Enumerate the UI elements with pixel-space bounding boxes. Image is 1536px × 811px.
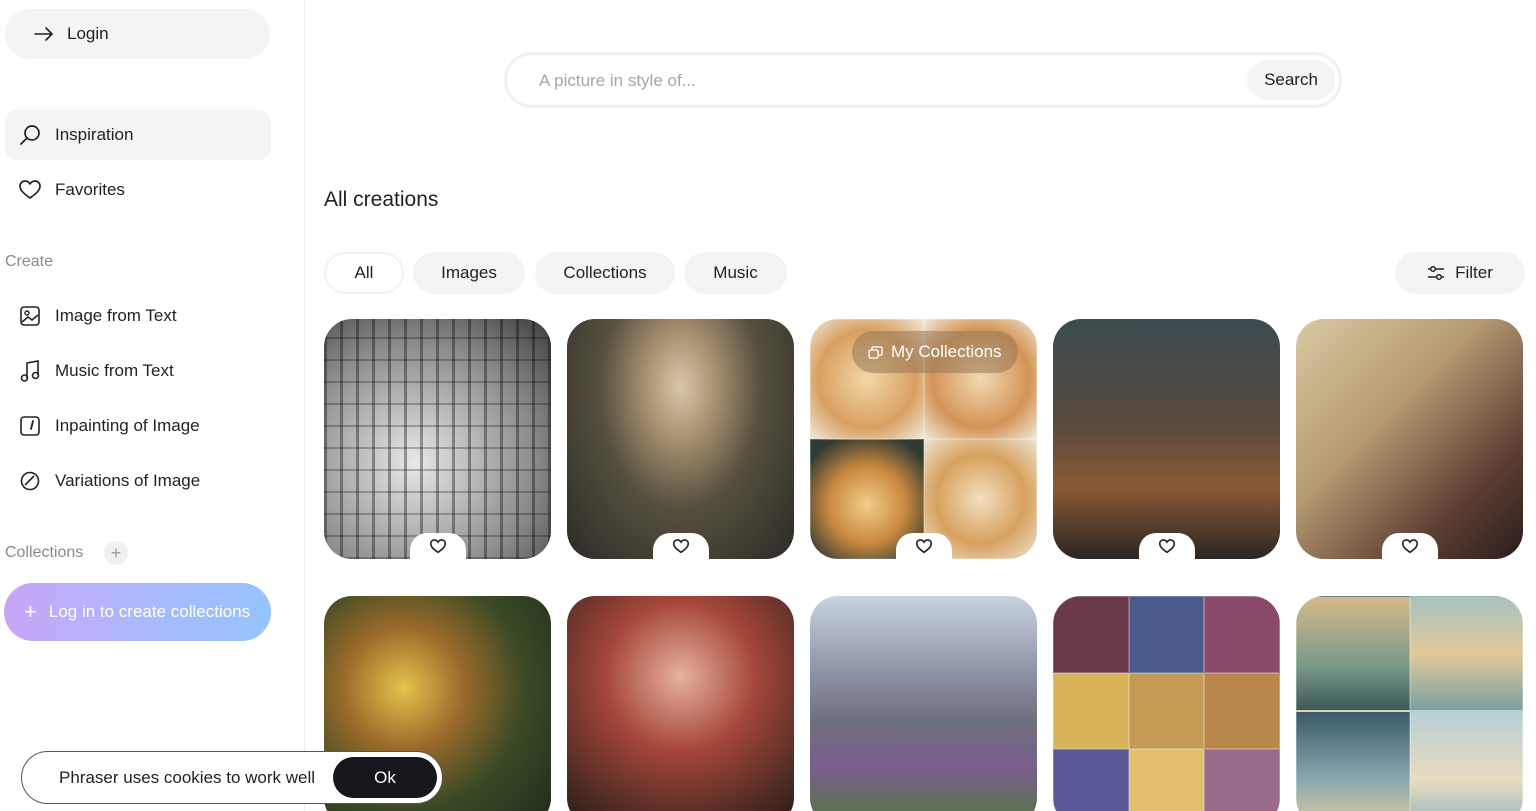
collection-icon bbox=[868, 345, 883, 359]
login-button[interactable]: Login bbox=[5, 9, 270, 59]
creation-card[interactable] bbox=[1296, 319, 1523, 559]
sidebar-item-label: Inpainting of Image bbox=[55, 416, 200, 435]
cookie-banner: Phraser uses cookies to work well Ok bbox=[21, 751, 443, 804]
tab-music[interactable]: Music bbox=[684, 252, 787, 294]
creation-card[interactable] bbox=[567, 596, 794, 811]
sidebar-item-label: Variations of Image bbox=[55, 471, 201, 490]
heart-icon bbox=[916, 538, 932, 553]
collection-thumbnails bbox=[1053, 596, 1280, 811]
sidebar-item-inspiration[interactable]: Inspiration bbox=[5, 110, 271, 160]
heart-icon bbox=[430, 538, 446, 553]
creation-card[interactable] bbox=[1053, 319, 1280, 559]
tab-images[interactable]: Images bbox=[413, 252, 525, 294]
sidebar-item-label: Inspiration bbox=[55, 125, 134, 144]
creation-card[interactable] bbox=[810, 596, 1037, 811]
cookie-message: Phraser uses cookies to work well bbox=[59, 767, 316, 787]
login-label: Login bbox=[67, 24, 109, 43]
image-icon bbox=[19, 305, 41, 327]
inpainting-icon bbox=[19, 415, 41, 437]
creation-card[interactable] bbox=[324, 319, 551, 559]
login-create-collections-button[interactable]: + Log in to create collections bbox=[4, 583, 271, 641]
create-section-label: Create bbox=[5, 253, 54, 270]
add-collection-button[interactable]: + bbox=[104, 541, 128, 565]
collection-card[interactable] bbox=[1053, 596, 1280, 811]
favorite-button[interactable] bbox=[896, 533, 952, 559]
filter-button[interactable]: Filter bbox=[1395, 252, 1525, 294]
sliders-icon bbox=[1427, 264, 1445, 282]
sidebar-item-music-from-text[interactable]: Music from Text bbox=[5, 346, 271, 396]
variations-icon bbox=[19, 470, 41, 492]
collection-thumbnails bbox=[1296, 596, 1523, 811]
my-collections-badge: My Collections bbox=[852, 331, 1018, 373]
sidebar-item-label: Music from Text bbox=[55, 361, 174, 380]
favorite-button[interactable] bbox=[410, 533, 466, 559]
creation-card[interactable] bbox=[567, 319, 794, 559]
sidebar-item-label: Favorites bbox=[55, 180, 125, 199]
search-bar: Search bbox=[504, 52, 1342, 108]
login-create-collections-label: Log in to create collections bbox=[48, 602, 251, 621]
sidebar-item-variations[interactable]: Variations of Image bbox=[5, 456, 271, 506]
plus-icon: + bbox=[24, 599, 37, 624]
favorite-button[interactable] bbox=[653, 533, 709, 559]
cookie-ok-button[interactable]: Ok bbox=[333, 757, 437, 798]
search-input[interactable] bbox=[539, 69, 1219, 93]
heart-icon bbox=[19, 179, 41, 201]
my-collections-label: My Collections bbox=[891, 342, 1002, 361]
sidebar-item-inpainting[interactable]: Inpainting of Image bbox=[5, 401, 271, 451]
filter-label: Filter bbox=[1455, 263, 1493, 282]
collection-card[interactable] bbox=[1296, 596, 1523, 811]
sidebar-item-favorites[interactable]: Favorites bbox=[5, 165, 271, 215]
favorite-button[interactable] bbox=[1382, 533, 1438, 559]
heart-icon bbox=[1402, 538, 1418, 553]
heart-icon bbox=[673, 538, 689, 553]
page-title: All creations bbox=[324, 188, 439, 211]
favorite-button[interactable] bbox=[1139, 533, 1195, 559]
sidebar-item-label: Image from Text bbox=[55, 306, 177, 325]
search-button[interactable]: Search bbox=[1247, 60, 1335, 100]
sidebar-item-image-from-text[interactable]: Image from Text bbox=[5, 291, 271, 341]
tab-all[interactable]: All bbox=[324, 252, 404, 294]
search-icon bbox=[19, 124, 41, 146]
arrow-right-icon bbox=[33, 23, 55, 45]
heart-icon bbox=[1159, 538, 1175, 553]
collection-card[interactable]: My Collections bbox=[810, 319, 1037, 559]
collections-section-label: Collections bbox=[5, 544, 84, 561]
music-note-icon bbox=[19, 360, 41, 382]
tab-collections[interactable]: Collections bbox=[535, 252, 675, 294]
sidebar: Login Inspiration Favorites Create Image… bbox=[0, 0, 305, 811]
